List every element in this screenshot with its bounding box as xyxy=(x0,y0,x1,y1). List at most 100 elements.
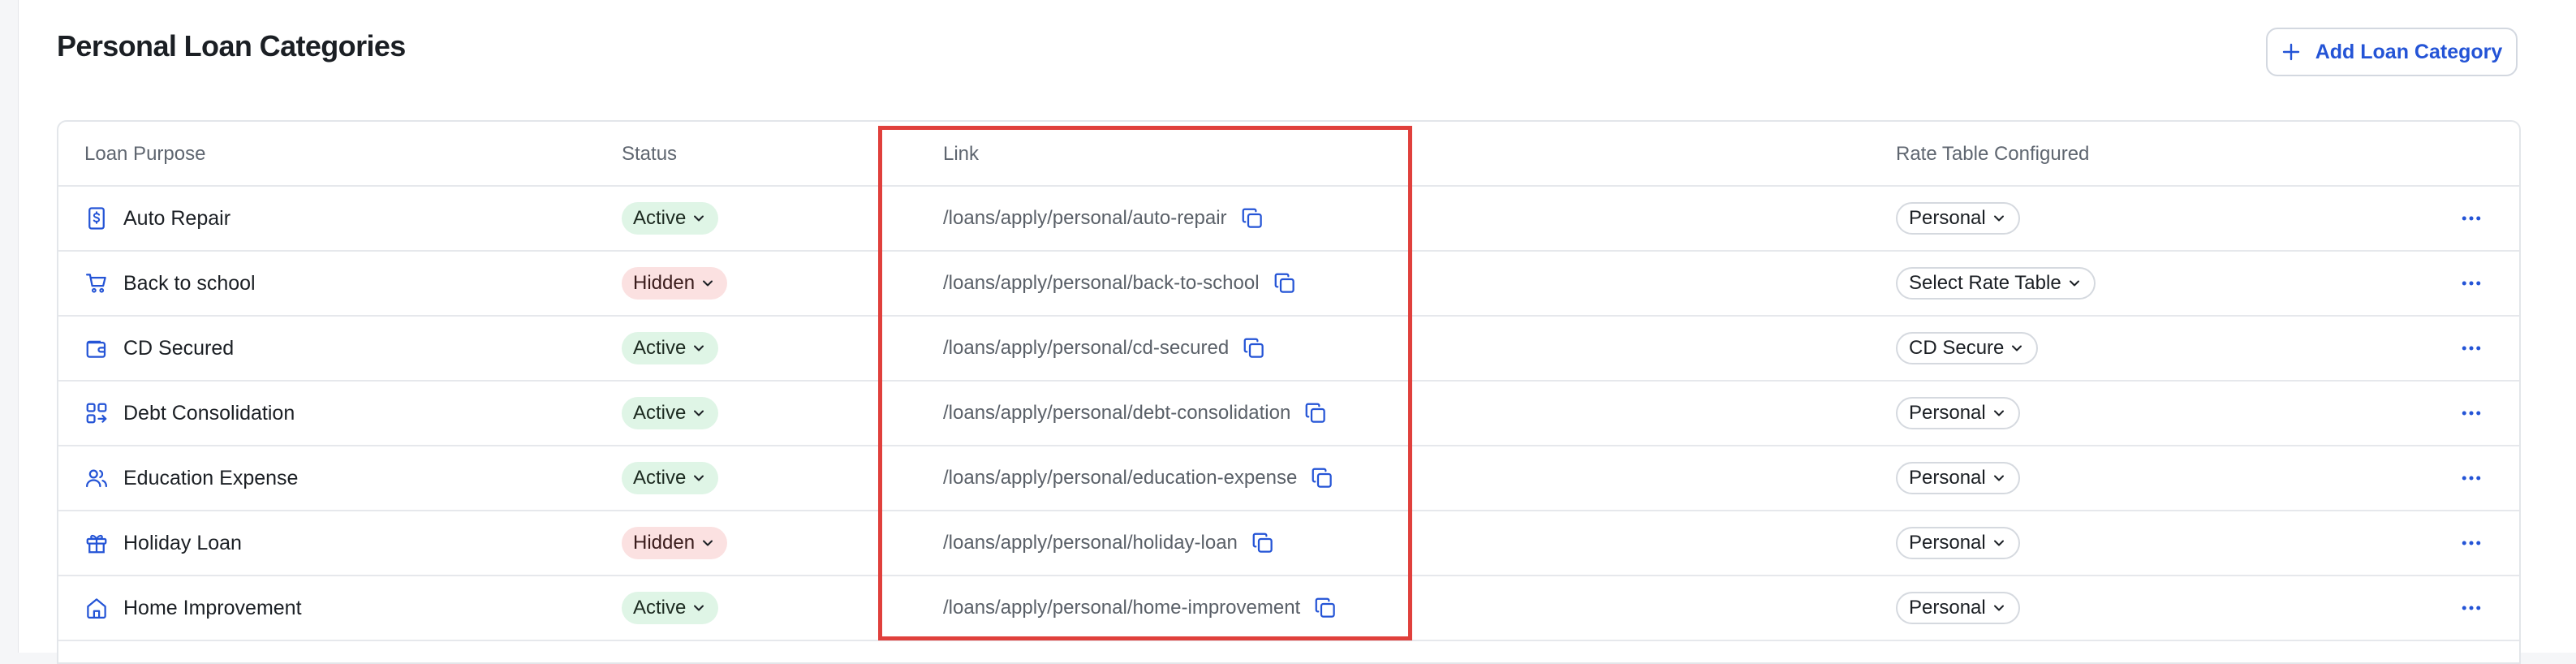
loan-purpose-cell: Holiday Loan xyxy=(84,511,242,575)
table-row: Auto Repair Active/loans/apply/personal/a… xyxy=(58,187,2519,252)
wallet-icon xyxy=(86,340,106,358)
column-header-status[interactable]: Status xyxy=(622,122,677,187)
gift-icon xyxy=(86,534,107,554)
row-actions-cell xyxy=(2459,446,2483,510)
loan-categories-table: Loan Purpose Status Link Rate Table Conf… xyxy=(57,120,2521,664)
rate-table-cell: Select Rate Table xyxy=(1896,252,2096,315)
more-options-icon[interactable] xyxy=(2459,466,2483,490)
chevron-down-icon xyxy=(703,540,713,546)
chevron-down-icon xyxy=(1993,540,2004,546)
status-dropdown[interactable]: Active xyxy=(622,462,719,494)
status-cell: Hidden xyxy=(622,252,728,315)
rate-table-dropdown[interactable]: CD Secure xyxy=(1896,332,2039,364)
rate-table-dropdown[interactable]: Personal xyxy=(1896,462,2020,494)
status-label: Active xyxy=(633,402,687,424)
status-label: Hidden xyxy=(633,272,696,294)
status-dropdown[interactable]: Active xyxy=(622,332,719,364)
add-loan-category-button[interactable]: Add Loan Category xyxy=(2266,28,2518,76)
link-cell: /loans/apply/personal/holiday-loan xyxy=(943,511,1275,575)
rate-table-cell: Personal xyxy=(1896,576,2020,640)
copy-icon[interactable] xyxy=(1310,466,1334,490)
row-actions-cell xyxy=(2459,317,2483,380)
more-options-icon[interactable] xyxy=(2459,271,2483,295)
link-cell: /loans/apply/personal/back-to-school xyxy=(943,252,1297,315)
rate-table-label: CD Secure xyxy=(1909,337,2005,359)
users-icon xyxy=(86,469,107,488)
column-header-rate-table[interactable]: Rate Table Configured xyxy=(1896,122,2089,187)
loan-link-text: /loans/apply/personal/cd-secured xyxy=(943,337,1230,359)
status-label: Active xyxy=(633,207,687,229)
chevron-down-icon xyxy=(694,215,704,222)
rate-table-label: Personal xyxy=(1909,207,1986,229)
chevron-down-icon xyxy=(1993,410,2004,416)
chevron-down-icon xyxy=(1993,215,2004,222)
loan-purpose-cell: Home Improvement xyxy=(84,576,302,640)
link-cell: /loans/apply/personal/debt-consolidation xyxy=(943,382,1328,445)
rate-table-dropdown[interactable]: Personal xyxy=(1896,527,2020,559)
rate-table-dropdown[interactable]: Personal xyxy=(1896,592,2020,624)
table-row: Back to school Hidden/loans/apply/persona… xyxy=(58,252,2519,317)
chevron-down-icon xyxy=(694,475,704,481)
loan-link-text: /loans/apply/personal/holiday-loan xyxy=(943,532,1238,554)
loan-link-text: /loans/apply/personal/education-expense xyxy=(943,467,1298,489)
rate-table-dropdown[interactable]: Personal xyxy=(1896,397,2020,429)
column-header-loan-purpose[interactable]: Loan Purpose xyxy=(84,122,205,187)
more-options-icon[interactable] xyxy=(2459,401,2483,425)
loan-purpose-label: Auto Repair xyxy=(123,206,231,230)
link-cell: /loans/apply/personal/education-expense xyxy=(943,446,1334,510)
more-options-icon[interactable] xyxy=(2459,531,2483,555)
chevron-down-icon xyxy=(1993,605,2004,611)
copy-icon[interactable] xyxy=(1313,596,1338,620)
chevron-down-icon xyxy=(694,345,704,351)
status-dropdown[interactable]: Hidden xyxy=(622,527,728,559)
more-options-icon[interactable] xyxy=(2459,206,2483,231)
table-row: CD Secured Active/loans/apply/personal/cd… xyxy=(58,317,2519,382)
consolidate-icon xyxy=(86,403,107,424)
rate-table-cell: Personal xyxy=(1896,382,2020,445)
status-dropdown[interactable]: Active xyxy=(622,592,719,624)
rate-table-label: Personal xyxy=(1909,532,1986,554)
status-dropdown[interactable]: Hidden xyxy=(622,267,728,300)
dollar-document-icon xyxy=(88,207,105,230)
copy-icon[interactable] xyxy=(1303,401,1328,425)
more-options-icon[interactable] xyxy=(2459,336,2483,360)
loan-purpose-cell: Debt Consolidation xyxy=(84,382,295,445)
loan-link-text: /loans/apply/personal/home-improvement xyxy=(943,597,1301,619)
loan-purpose-label: Home Improvement xyxy=(123,596,302,619)
home-icon xyxy=(87,598,106,619)
copy-icon[interactable] xyxy=(1251,531,1275,555)
status-cell: Hidden xyxy=(622,511,728,575)
chevron-down-icon xyxy=(703,280,713,287)
column-header-link[interactable]: Link xyxy=(943,122,979,187)
copy-icon[interactable] xyxy=(1273,271,1297,295)
chevron-down-icon xyxy=(1993,475,2004,481)
loan-purpose-label: Debt Consolidation xyxy=(123,401,295,425)
table-row: Home Improvement Active/loans/apply/perso… xyxy=(58,576,2519,641)
status-label: Active xyxy=(633,597,687,619)
status-dropdown[interactable]: Active xyxy=(622,202,719,235)
status-cell: Active xyxy=(622,187,719,250)
loan-purpose-cell: Back to school xyxy=(84,252,256,315)
status-label: Hidden xyxy=(633,532,696,554)
status-cell: Active xyxy=(622,382,719,445)
table-row: Debt Consolidation Active/loans/apply/per… xyxy=(58,382,2519,446)
table-header-row: Loan Purpose Status Link Rate Table Conf… xyxy=(58,122,2519,187)
row-actions-cell xyxy=(2459,252,2483,315)
rate-table-cell: Personal xyxy=(1896,511,2020,575)
rate-table-label: Personal xyxy=(1909,597,1986,619)
rate-table-label: Personal xyxy=(1909,467,1986,489)
loan-purpose-label: CD Secured xyxy=(123,336,235,360)
copy-icon[interactable] xyxy=(1242,336,1266,360)
rate-table-dropdown[interactable]: Personal xyxy=(1896,202,2020,235)
more-options-icon[interactable] xyxy=(2459,596,2483,620)
loan-purpose-label: Education Expense xyxy=(123,466,299,489)
status-dropdown[interactable]: Active xyxy=(622,397,719,429)
row-actions-cell xyxy=(2459,382,2483,445)
rate-table-dropdown[interactable]: Select Rate Table xyxy=(1896,267,2096,300)
copy-icon[interactable] xyxy=(1240,206,1264,231)
loan-purpose-label: Holiday Loan xyxy=(123,531,242,554)
rate-table-label: Personal xyxy=(1909,402,1986,424)
loan-purpose-cell: CD Secured xyxy=(84,317,234,380)
row-actions-cell xyxy=(2459,187,2483,250)
rate-table-cell: Personal xyxy=(1896,187,2020,250)
